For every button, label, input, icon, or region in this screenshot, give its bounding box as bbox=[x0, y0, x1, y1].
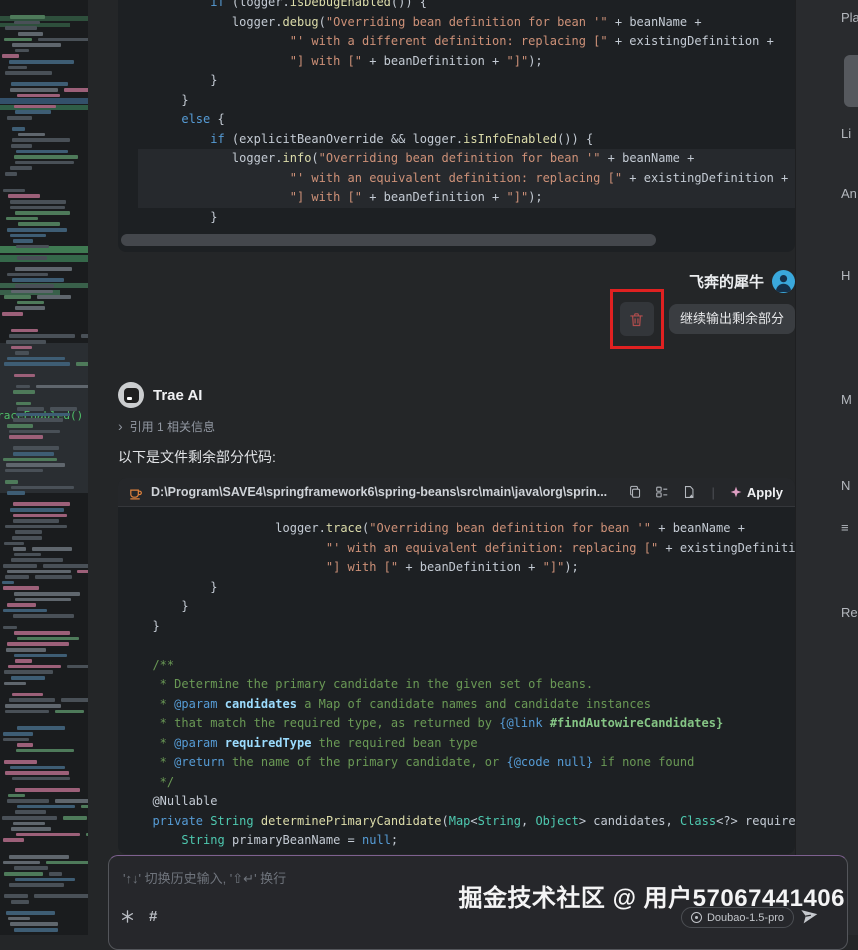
copy-icon[interactable] bbox=[628, 485, 642, 499]
watermark-text: 掘金技术社区 @ 用户57067441406 bbox=[458, 878, 845, 913]
code-block-top: if (logger.isDebugEnabled()) { logger.de… bbox=[118, 0, 795, 252]
delete-message-button[interactable] bbox=[620, 302, 654, 336]
code-actions: | Apply bbox=[628, 485, 783, 500]
input-placeholder: '↑↓' 切换历史输入, '⇧↵' 换行 bbox=[123, 868, 286, 887]
user-message-row: 继续输出剩余部分 bbox=[88, 289, 795, 349]
code-content-file: logger.trace("Overriding bean definition… bbox=[118, 507, 795, 851]
compare-icon[interactable] bbox=[655, 485, 669, 499]
input-toolbar: # bbox=[120, 908, 157, 925]
apply-label: Apply bbox=[747, 485, 783, 500]
sparkle-icon bbox=[730, 486, 742, 498]
panel-text-fragment: Pla bbox=[841, 10, 858, 25]
horizontal-scrollbar[interactable] bbox=[121, 234, 656, 246]
panel-text-fragment: N bbox=[841, 478, 850, 493]
user-message-bubble: 继续输出剩余部分 bbox=[669, 304, 795, 334]
assistant-reply-text: 以下是文件剩余部分代码: bbox=[118, 447, 795, 465]
java-file-icon bbox=[128, 485, 143, 500]
chat-panel: if (logger.isDebugEnabled()) { logger.de… bbox=[88, 0, 795, 935]
person-icon bbox=[772, 270, 795, 293]
panel-scrollbar-thumb[interactable] bbox=[844, 55, 858, 107]
panel-text-fragment: An bbox=[841, 186, 857, 201]
reference-toggle[interactable]: › 引用 1 相关信息 bbox=[118, 418, 795, 434]
code-block-header: D:\Program\SAVE4\springframework6\spring… bbox=[118, 478, 795, 507]
file-path: D:\Program\SAVE4\springframework6\spring… bbox=[151, 485, 620, 499]
doubao-logo-icon bbox=[691, 912, 702, 923]
chevron-right-icon: › bbox=[118, 420, 123, 432]
user-avatar bbox=[772, 270, 795, 293]
code-content-top: if (logger.isDebugEnabled()) { logger.de… bbox=[118, 0, 795, 227]
apply-button[interactable]: Apply bbox=[730, 485, 783, 500]
trash-icon bbox=[628, 311, 645, 328]
model-name: Doubao-1.5-pro bbox=[707, 912, 784, 924]
panel-text-fragment: H bbox=[841, 268, 850, 283]
panel-text-fragment: ≡ bbox=[841, 520, 849, 535]
red-annotation-box bbox=[610, 289, 664, 349]
divider: | bbox=[711, 485, 714, 500]
reference-label: 引用 1 相关信息 bbox=[130, 418, 215, 435]
assistant-header: Trae AI bbox=[118, 382, 795, 408]
user-name: 飞奔的犀牛 bbox=[689, 271, 764, 292]
editor-minimap[interactable]: r.isTraceEnabled() bbox=[0, 0, 89, 935]
panel-text-fragment: Li bbox=[841, 126, 851, 141]
right-side-panel: Pla Li An H M N ≡ Re bbox=[795, 0, 858, 935]
skills-icon[interactable] bbox=[120, 909, 135, 924]
trae-ai-logo-icon bbox=[118, 382, 144, 408]
insert-file-icon[interactable] bbox=[682, 485, 696, 499]
context-hash-icon[interactable]: # bbox=[149, 908, 157, 925]
panel-text-fragment: Re bbox=[841, 605, 858, 620]
code-block-file: D:\Program\SAVE4\springframework6\spring… bbox=[118, 478, 795, 854]
assistant-name: Trae AI bbox=[153, 387, 202, 404]
panel-text-fragment: M bbox=[841, 392, 852, 407]
